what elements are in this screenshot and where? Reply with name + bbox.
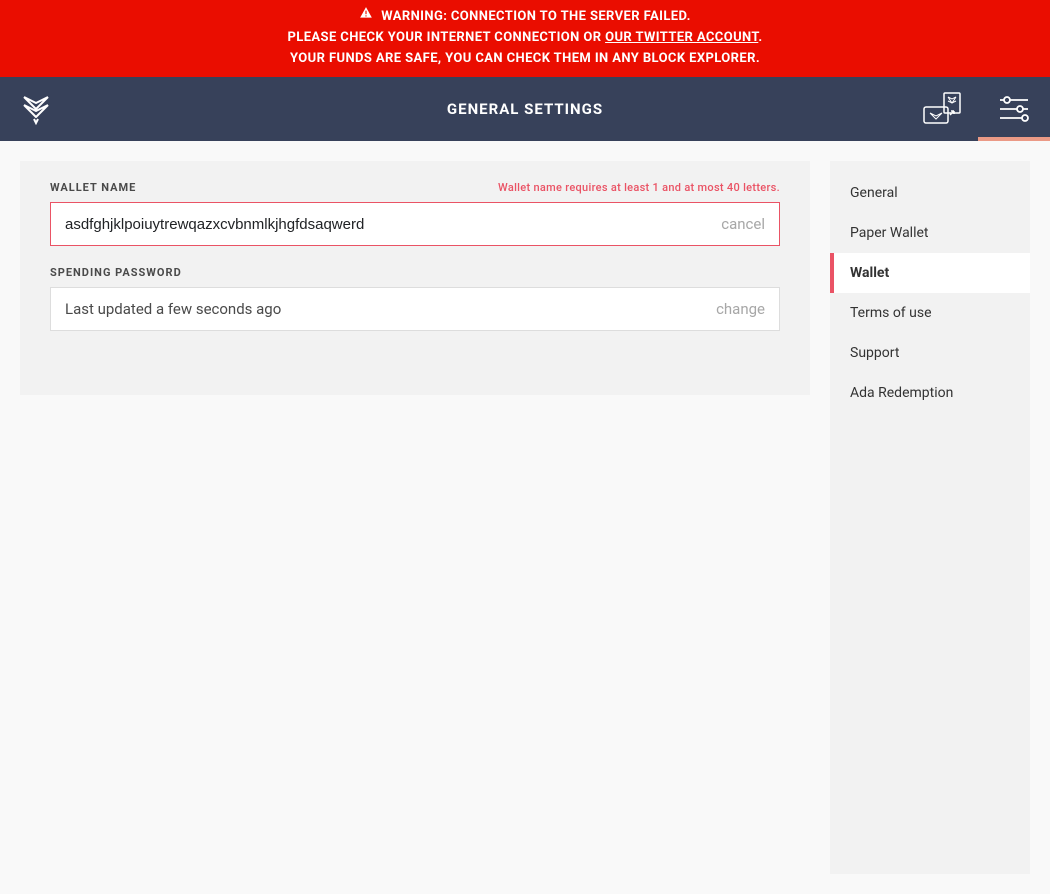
spending-password-row: Last updated a few seconds ago change — [50, 287, 780, 331]
warning-line2-prefix: PLEASE CHECK YOUR INTERNET CONNECTION OR — [287, 30, 605, 45]
wallet-name-input-wrap: cancel — [50, 202, 780, 246]
wallet-name-cancel-button[interactable]: cancel — [721, 215, 765, 233]
wallet-name-error: Wallet name requires at least 1 and at m… — [498, 181, 780, 194]
sidebar-item-label: Ada Redemption — [850, 385, 953, 401]
sidebar-item-support[interactable]: Support — [830, 333, 1030, 373]
warning-line1: WARNING: CONNECTION TO THE SERVER FAILED… — [381, 6, 691, 27]
sidebar-item-ada-redemption[interactable]: Ada Redemption — [830, 373, 1030, 413]
sidebar-item-paper-wallet[interactable]: Paper Wallet — [830, 213, 1030, 253]
sidebar-item-label: Wallet — [850, 265, 889, 281]
settings-panel: WALLET NAME Wallet name requires at leas… — [20, 161, 810, 395]
warning-icon — [359, 6, 373, 27]
sidebar-item-wallet[interactable]: Wallet — [830, 253, 1030, 293]
wallet-name-label: WALLET NAME — [50, 181, 136, 194]
paper-wallet-icon-button[interactable] — [906, 77, 978, 141]
sidebar-item-label: Paper Wallet — [850, 225, 929, 241]
app-header: GENERAL SETTINGS — [0, 77, 1050, 141]
wallet-name-input[interactable] — [65, 216, 721, 233]
warning-line3: YOUR FUNDS ARE SAFE, YOU CAN CHECK THEM … — [0, 48, 1050, 69]
sidebar-item-terms-of-use[interactable]: Terms of use — [830, 293, 1030, 333]
page-title: GENERAL SETTINGS — [0, 100, 1050, 118]
spending-password-status: Last updated a few seconds ago — [65, 300, 716, 318]
sidebar-item-label: Terms of use — [850, 305, 932, 321]
warning-banner: WARNING: CONNECTION TO THE SERVER FAILED… — [0, 0, 1050, 77]
settings-sidebar: General Paper Wallet Wallet Terms of use… — [830, 161, 1030, 874]
sidebar-item-label: Support — [850, 345, 899, 361]
spending-password-change-button[interactable]: change — [716, 300, 765, 318]
spending-password-label: SPENDING PASSWORD — [50, 266, 182, 279]
twitter-link[interactable]: OUR TWITTER ACCOUNT — [605, 30, 758, 45]
settings-icon-button[interactable] — [978, 77, 1050, 141]
warning-line2-suffix: . — [758, 30, 762, 45]
sidebar-item-general[interactable]: General — [830, 173, 1030, 213]
sidebar-item-label: General — [850, 185, 898, 201]
